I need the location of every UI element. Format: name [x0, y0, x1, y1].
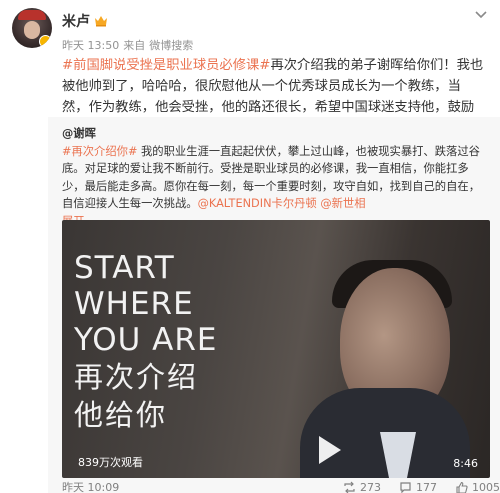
repost-icon [344, 481, 355, 493]
video-title-cn: 他给你 [74, 398, 168, 432]
comment-icon [400, 481, 411, 493]
comment-button[interactable]: 177 [399, 481, 437, 493]
video-title-line: START [74, 250, 175, 286]
comment-count: 177 [416, 480, 437, 493]
repost-button[interactable]: 273 [343, 481, 381, 493]
like-button[interactable]: 1005 [455, 481, 500, 493]
repost-footer: 昨天 10:09 273 177 1005 [62, 481, 500, 493]
post-source[interactable]: 微博搜索 [149, 37, 193, 53]
avatar-hat [18, 10, 46, 20]
repost-time[interactable]: 昨天 10:09 [62, 479, 325, 493]
repost-mention-kaltendin[interactable]: @KALTENDIN卡尔丹顿 [198, 197, 317, 210]
chevron-down-icon[interactable] [472, 8, 490, 22]
verified-badge-icon [39, 35, 52, 48]
repost-mention-xinshixiang[interactable]: @新世相 [320, 197, 365, 210]
video-title-line: YOU ARE [74, 322, 218, 358]
post-time[interactable]: 昨天 13:50 [62, 37, 119, 53]
crown-icon [95, 16, 107, 27]
like-count: 1005 [472, 480, 500, 493]
author-row: 米卢 [62, 11, 108, 31]
repost-hashtag[interactable]: #再次介绍你# [62, 145, 137, 158]
repost-text: @谢晖 #再次介绍你# 我的职业生涯一直起起伏伏，攀上过山峰，也被现实暴打、跌落… [62, 125, 490, 230]
video-duration: 8:46 [453, 457, 478, 470]
video-player[interactable]: START WHERE YOU ARE 再次介绍 他给你 839万次观看 8:4… [62, 220, 490, 478]
video-title-line: WHERE [74, 286, 194, 322]
post-from-label: 来自 [123, 39, 146, 52]
like-icon [456, 481, 468, 493]
avatar[interactable] [12, 8, 52, 48]
repost-count: 273 [360, 480, 381, 493]
author-name[interactable]: 米卢 [62, 11, 90, 31]
post-hashtag[interactable]: #前国脚说受挫是职业球员必修课# [62, 58, 270, 73]
play-icon[interactable] [308, 430, 348, 470]
view-count: 839万次观看 [78, 456, 143, 469]
repost-author[interactable]: @谢晖 [62, 127, 96, 140]
video-title-cn: 再次介绍 [74, 360, 199, 394]
avatar-face [24, 21, 40, 39]
video-title: START WHERE YOU ARE 再次介绍 他给你 [74, 250, 218, 434]
repost-card[interactable]: @谢晖 #再次介绍你# 我的职业生涯一直起起伏伏，攀上过山峰，也被现实暴打、跌落… [48, 117, 500, 493]
post-meta: 昨天 13:50 来自 微博搜索 [62, 37, 193, 53]
